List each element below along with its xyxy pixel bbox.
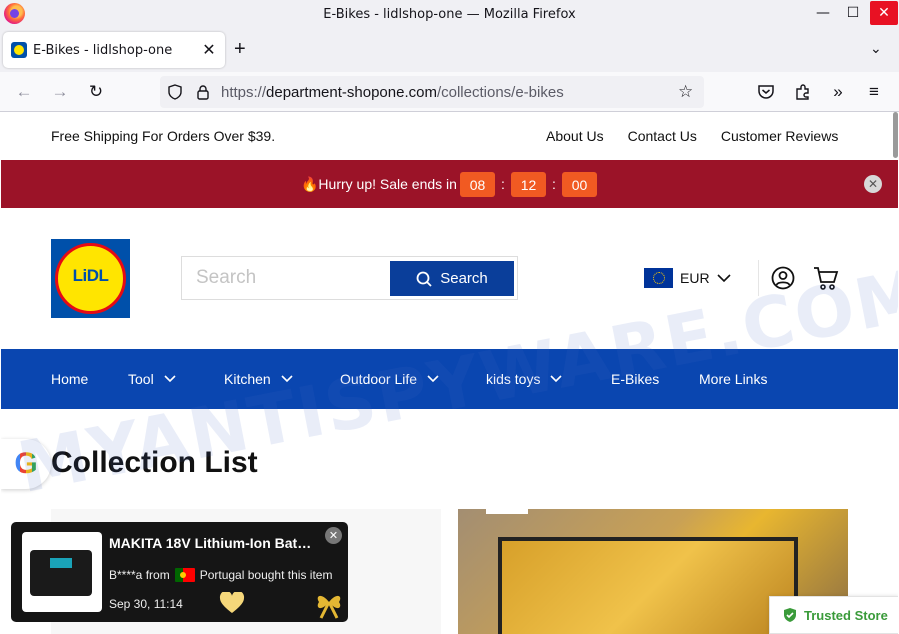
currency-label: EUR [680,270,710,286]
recent-purchase-popup[interactable]: MAKITA 18V Lithium-Ion Bat… B****a from … [11,522,348,622]
sale-countdown-bar: 🔥Hurry up! Sale ends in 08 : 12 : 00 ✕ [1,160,898,208]
logo-text: LiDL [72,266,109,285]
pocket-icon[interactable] [757,83,775,101]
page-scrollbar[interactable] [893,112,898,158]
nav-toolbar: ← → ↻ https://department-shopone.com/col… [0,72,899,112]
extensions-puzzle-icon[interactable] [794,83,812,101]
popup-product-title: MAKITA 18V Lithium-Ion Bat… [109,535,312,551]
tracking-shield-icon[interactable] [168,84,182,100]
close-popup-icon[interactable]: ✕ [325,527,342,544]
chevron-down-icon [281,375,293,383]
web-page: Free Shipping For Orders Over $39. About… [1,112,898,634]
lock-icon[interactable] [196,84,210,100]
cart-icon[interactable] [813,265,839,291]
lidl-favicon-icon [11,42,27,58]
nav-item-outdoor-life[interactable]: Outdoor Life [340,371,439,387]
collection-title: Collection List [51,446,258,479]
account-icon[interactable] [771,266,795,290]
list-all-tabs-chevron-icon[interactable]: ⌄ [870,40,882,57]
bookmark-star-icon[interactable]: ☆ [678,82,693,102]
tab-title: E-Bikes - lidlshop-one [33,42,173,58]
countdown-minutes: 12 [511,172,546,197]
gift-bow-icon [317,595,341,619]
window-titlebar: E-Bikes - lidlshop-one — Mozilla Firefox… [0,0,899,28]
window-title: E-Bikes - lidlshop-one — Mozilla Firefox [323,6,576,22]
tab-ebikes[interactable]: E-Bikes - lidlshop-one ✕ [3,32,225,68]
search-icon [416,271,432,287]
search-button-label: Search [440,270,488,287]
chevron-down-icon [550,375,563,383]
eu-flag-icon [644,268,673,288]
close-sale-bar-icon[interactable]: ✕ [864,175,882,193]
portugal-flag-icon [174,568,195,582]
header-divider [758,260,759,296]
card-image [498,537,798,634]
nav-item-tool[interactable]: Tool [128,371,176,387]
countdown-colon: : [552,176,556,192]
google-g-icon: G [14,447,38,480]
overflow-chevrons-icon[interactable]: » [826,80,850,104]
minimize-icon[interactable]: — [810,0,836,26]
countdown-seconds: 00 [562,172,597,197]
url-bar[interactable]: https://department-shopone.com/collectio… [160,76,704,108]
back-arrow-icon[interactable]: ← [12,80,36,104]
nav-item-e-bikes[interactable]: E-Bikes [611,371,659,387]
free-shipping-text: Free Shipping For Orders Over $39. [51,128,276,144]
announcement-topbar: Free Shipping For Orders Over $39. About… [1,112,892,160]
reload-icon[interactable]: ↻ [84,80,108,104]
countdown-colon: : [501,176,505,192]
nav-item-kids-toys[interactable]: kids toys [486,371,563,387]
product-thumbnail [22,532,102,612]
battery-charger-image [30,550,92,596]
sale-text: 🔥Hurry up! Sale ends in [301,176,457,192]
search-button[interactable]: Search [390,261,514,296]
card-label-tab [486,509,528,514]
nav-item-more-links[interactable]: More Links [699,371,767,387]
heart-decoration-icon [219,592,245,613]
new-tab-plus-icon[interactable]: + [234,38,246,61]
countdown-hours: 08 [460,172,495,197]
close-window-icon[interactable]: ✕ [870,1,898,25]
search-input[interactable] [182,257,388,299]
currency-selector[interactable]: EUR [644,268,731,288]
tab-strip: E-Bikes - lidlshop-one ✕ + ⌄ [0,28,899,72]
hamburger-menu-icon[interactable]: ≡ [862,80,886,104]
forward-arrow-icon[interactable]: → [48,80,72,104]
url-text[interactable]: https://department-shopone.com/collectio… [221,84,564,101]
top-links: About Us Contact Us Customer Reviews [546,128,838,144]
chevron-down-icon [427,375,439,383]
trusted-store-label: Trusted Store [804,607,888,623]
search-form: Search [181,256,518,300]
customer-reviews-link[interactable]: Customer Reviews [721,128,838,144]
site-header: LiDL Search EUR [1,208,898,349]
chevron-down-icon [716,273,731,282]
contact-us-link[interactable]: Contact Us [628,128,697,144]
close-tab-icon[interactable]: ✕ [199,40,219,60]
main-navigation: Home Tool Kitchen Outdoor Life kids toys… [1,349,898,409]
popup-buyer: B****a from Portugal bought this item [109,568,333,582]
lidl-logo[interactable]: LiDL [51,239,130,318]
trusted-store-badge[interactable]: Trusted Store [769,596,898,634]
popup-time: Sep 30, 11:14 [109,597,183,611]
nav-item-kitchen[interactable]: Kitchen [224,371,293,387]
firefox-logo-icon [4,3,25,24]
maximize-icon[interactable]: ☐ [840,0,866,26]
google-reviews-badge[interactable]: G [1,439,51,489]
about-us-link[interactable]: About Us [546,128,604,144]
shield-check-icon [784,608,796,622]
chevron-down-icon [164,375,176,383]
nav-item-home[interactable]: Home [51,371,88,387]
